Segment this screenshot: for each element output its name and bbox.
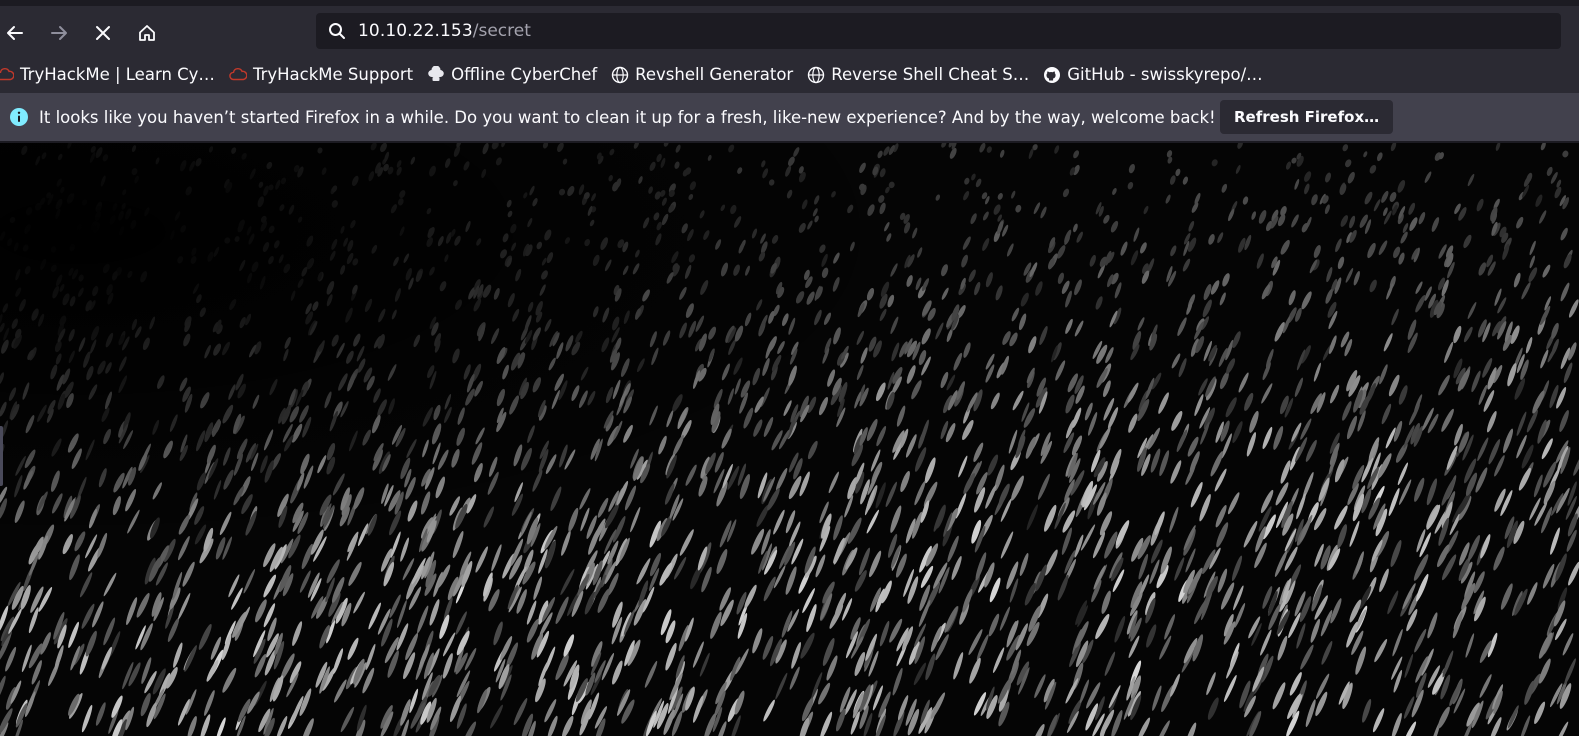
bookmark-offline-cyberchef[interactable]: Offline CyberChef [427,61,597,89]
url-bar[interactable]: 10.10.22.153/secret [316,13,1561,49]
background-image [0,143,1579,736]
browser-window: 10.10.22.153/secret TryHackMe | Learn Cy… [0,0,1579,736]
bookmark-label: Offline CyberChef [451,65,598,84]
bookmark-github-swisskyrepo[interactable]: GitHub - swisskyrepo/… [1043,61,1263,89]
url-path: /secret [472,21,531,41]
bookmark-label: GitHub - swisskyrepo/… [1067,65,1263,84]
tryhackme-cloud-icon [0,66,14,84]
refresh-firefox-notification: It looks like you haven’t started Firefo… [0,93,1579,143]
info-icon [9,107,29,127]
bookmark-reverse-shell-cheat-sheet[interactable]: Reverse Shell Cheat S… [807,61,1029,89]
globe-icon [807,66,825,84]
home-icon [137,23,157,43]
github-icon [1043,66,1061,84]
stop-button[interactable] [88,18,118,48]
nav-toolbar: 10.10.22.153/secret [0,0,1579,56]
notification-message: It looks like you haven’t started Firefo… [39,107,1216,127]
forward-button[interactable] [44,18,74,48]
page-content [0,143,1579,736]
tryhackme-cloud-icon [229,66,247,84]
back-arrow-icon [5,23,25,43]
bookmark-label: TryHackMe | Learn Cy… [20,65,215,84]
sidebar-handle[interactable] [0,426,3,486]
refresh-firefox-button[interactable]: Refresh Firefox… [1220,100,1394,134]
back-button[interactable] [0,18,30,48]
bookmark-tryhackme-learn[interactable]: TryHackMe | Learn Cy… [0,61,215,89]
chef-hat-icon [427,65,445,84]
bookmark-label: TryHackMe Support [252,65,414,84]
bookmark-label: Revshell Generator [635,65,794,84]
bookmarks-toolbar: TryHackMe | Learn Cy… TryHackMe Support … [0,56,1579,93]
forward-arrow-icon [49,23,69,43]
bookmark-label: Reverse Shell Cheat S… [831,65,1030,84]
search-icon [328,22,346,40]
url-host: 10.10.22.153 [358,21,473,41]
globe-icon [611,66,629,84]
stop-loading-icon [94,24,112,42]
bookmark-revshell-generator[interactable]: Revshell Generator [611,61,793,89]
bookmark-tryhackme-support[interactable]: TryHackMe Support [229,61,413,89]
home-button[interactable] [132,18,162,48]
